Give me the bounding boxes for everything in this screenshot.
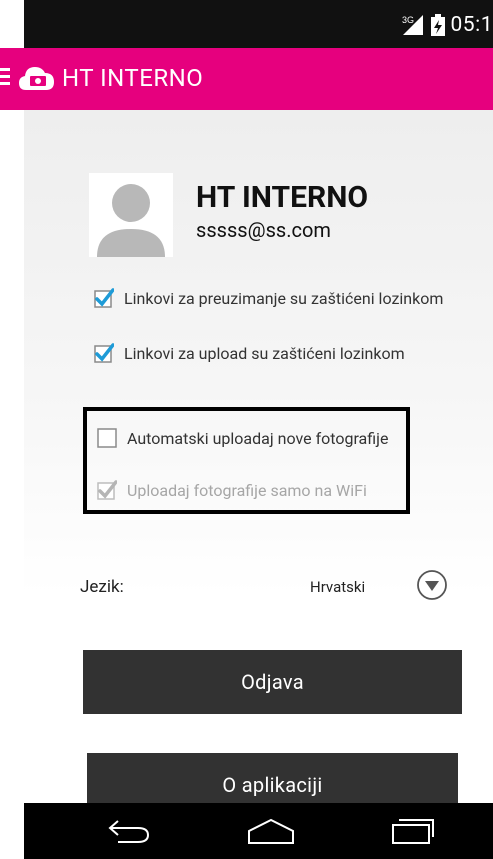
- checkbox-unchecked-icon[interactable]: [97, 428, 117, 448]
- setting-download-links-protected[interactable]: Linkovi za preuzimanje su zaštićeni lozi…: [94, 288, 443, 308]
- avatar: [89, 173, 173, 257]
- setting-label: Uploadaj fotografije samo na WiFi: [127, 480, 367, 500]
- menu-icon[interactable]: [0, 68, 10, 88]
- battery-icon: [430, 14, 445, 36]
- status-bar: 3G 05:1: [24, 0, 493, 48]
- setting-label: Automatski uploadaj nove fotografije: [127, 428, 389, 448]
- signal-icon: 3G: [402, 15, 423, 35]
- app-bar: HT INTERNO: [0, 48, 493, 110]
- checkbox-checked-icon[interactable]: [94, 288, 114, 308]
- profile-name: HT INTERNO: [196, 180, 369, 215]
- user-avatar-icon: [89, 173, 173, 257]
- setting-label: Linkovi za preuzimanje su zaštićeni lozi…: [124, 288, 444, 308]
- logout-button[interactable]: Odjava: [83, 650, 462, 714]
- language-value[interactable]: Hrvatski: [310, 578, 365, 596]
- checkbox-checked-icon[interactable]: [94, 343, 114, 363]
- checkbox-checked-disabled-icon[interactable]: [97, 480, 117, 500]
- settings-content: HT INTERNO sssss@ss.com Linkovi za preuz…: [24, 110, 493, 803]
- cloud-logo-icon: [19, 67, 54, 90]
- navigation-bar: [24, 803, 493, 859]
- profile-email: sssss@ss.com: [196, 218, 331, 242]
- network-type: 3G: [402, 15, 414, 25]
- dropdown-arrow-icon[interactable]: [416, 569, 448, 601]
- left-edge-strip: [0, 0, 24, 859]
- setting-upload-links-protected[interactable]: Linkovi za upload su zaštićeni lozinkom: [94, 343, 405, 363]
- app-title: HT INTERNO: [62, 64, 204, 92]
- setting-label: Linkovi za upload su zaštićeni lozinkom: [124, 343, 405, 363]
- about-button-label: O aplikaciji: [222, 773, 323, 797]
- about-button[interactable]: O aplikaciji: [87, 753, 458, 803]
- home-icon[interactable]: [246, 817, 296, 845]
- setting-upload-wifi-only[interactable]: Uploadaj fotografije samo na WiFi: [97, 480, 367, 500]
- language-label: Jezik:: [80, 577, 124, 597]
- status-time: 05:1: [450, 13, 493, 37]
- recents-icon[interactable]: [391, 817, 435, 845]
- back-icon[interactable]: [106, 817, 152, 845]
- setting-auto-upload-photos[interactable]: Automatski uploadaj nove fotografije: [97, 428, 388, 448]
